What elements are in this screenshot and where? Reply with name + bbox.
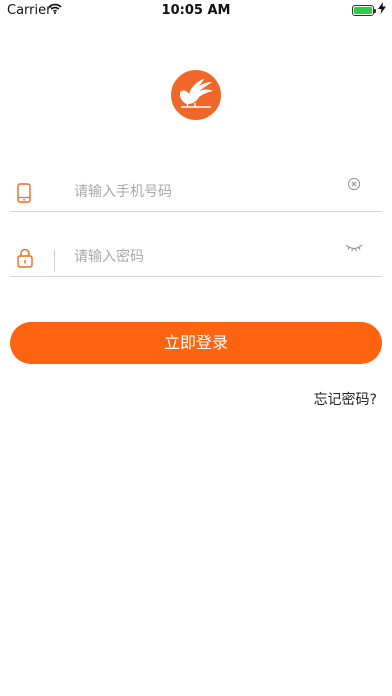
phone-input[interactable]	[74, 181, 334, 203]
forgot-password-link[interactable]: 忘记密码?	[314, 389, 377, 409]
charging-icon	[378, 2, 386, 17]
field-divider	[54, 250, 55, 272]
phone-field-row	[10, 171, 382, 212]
battery-icon	[352, 5, 376, 16]
lock-icon	[17, 248, 33, 272]
login-button[interactable]: 立即登录	[10, 322, 382, 364]
battery-tip	[374, 9, 376, 13]
app-logo-icon	[171, 70, 221, 120]
password-field-row	[10, 236, 382, 277]
phone-icon	[17, 183, 31, 207]
clear-icon[interactable]	[347, 176, 361, 191]
status-bar: Carrier 10:05 AM	[0, 0, 392, 22]
eye-closed-icon[interactable]	[344, 240, 364, 254]
battery-fill	[354, 7, 372, 14]
password-input[interactable]	[74, 246, 334, 268]
status-time: 10:05 AM	[161, 3, 231, 18]
